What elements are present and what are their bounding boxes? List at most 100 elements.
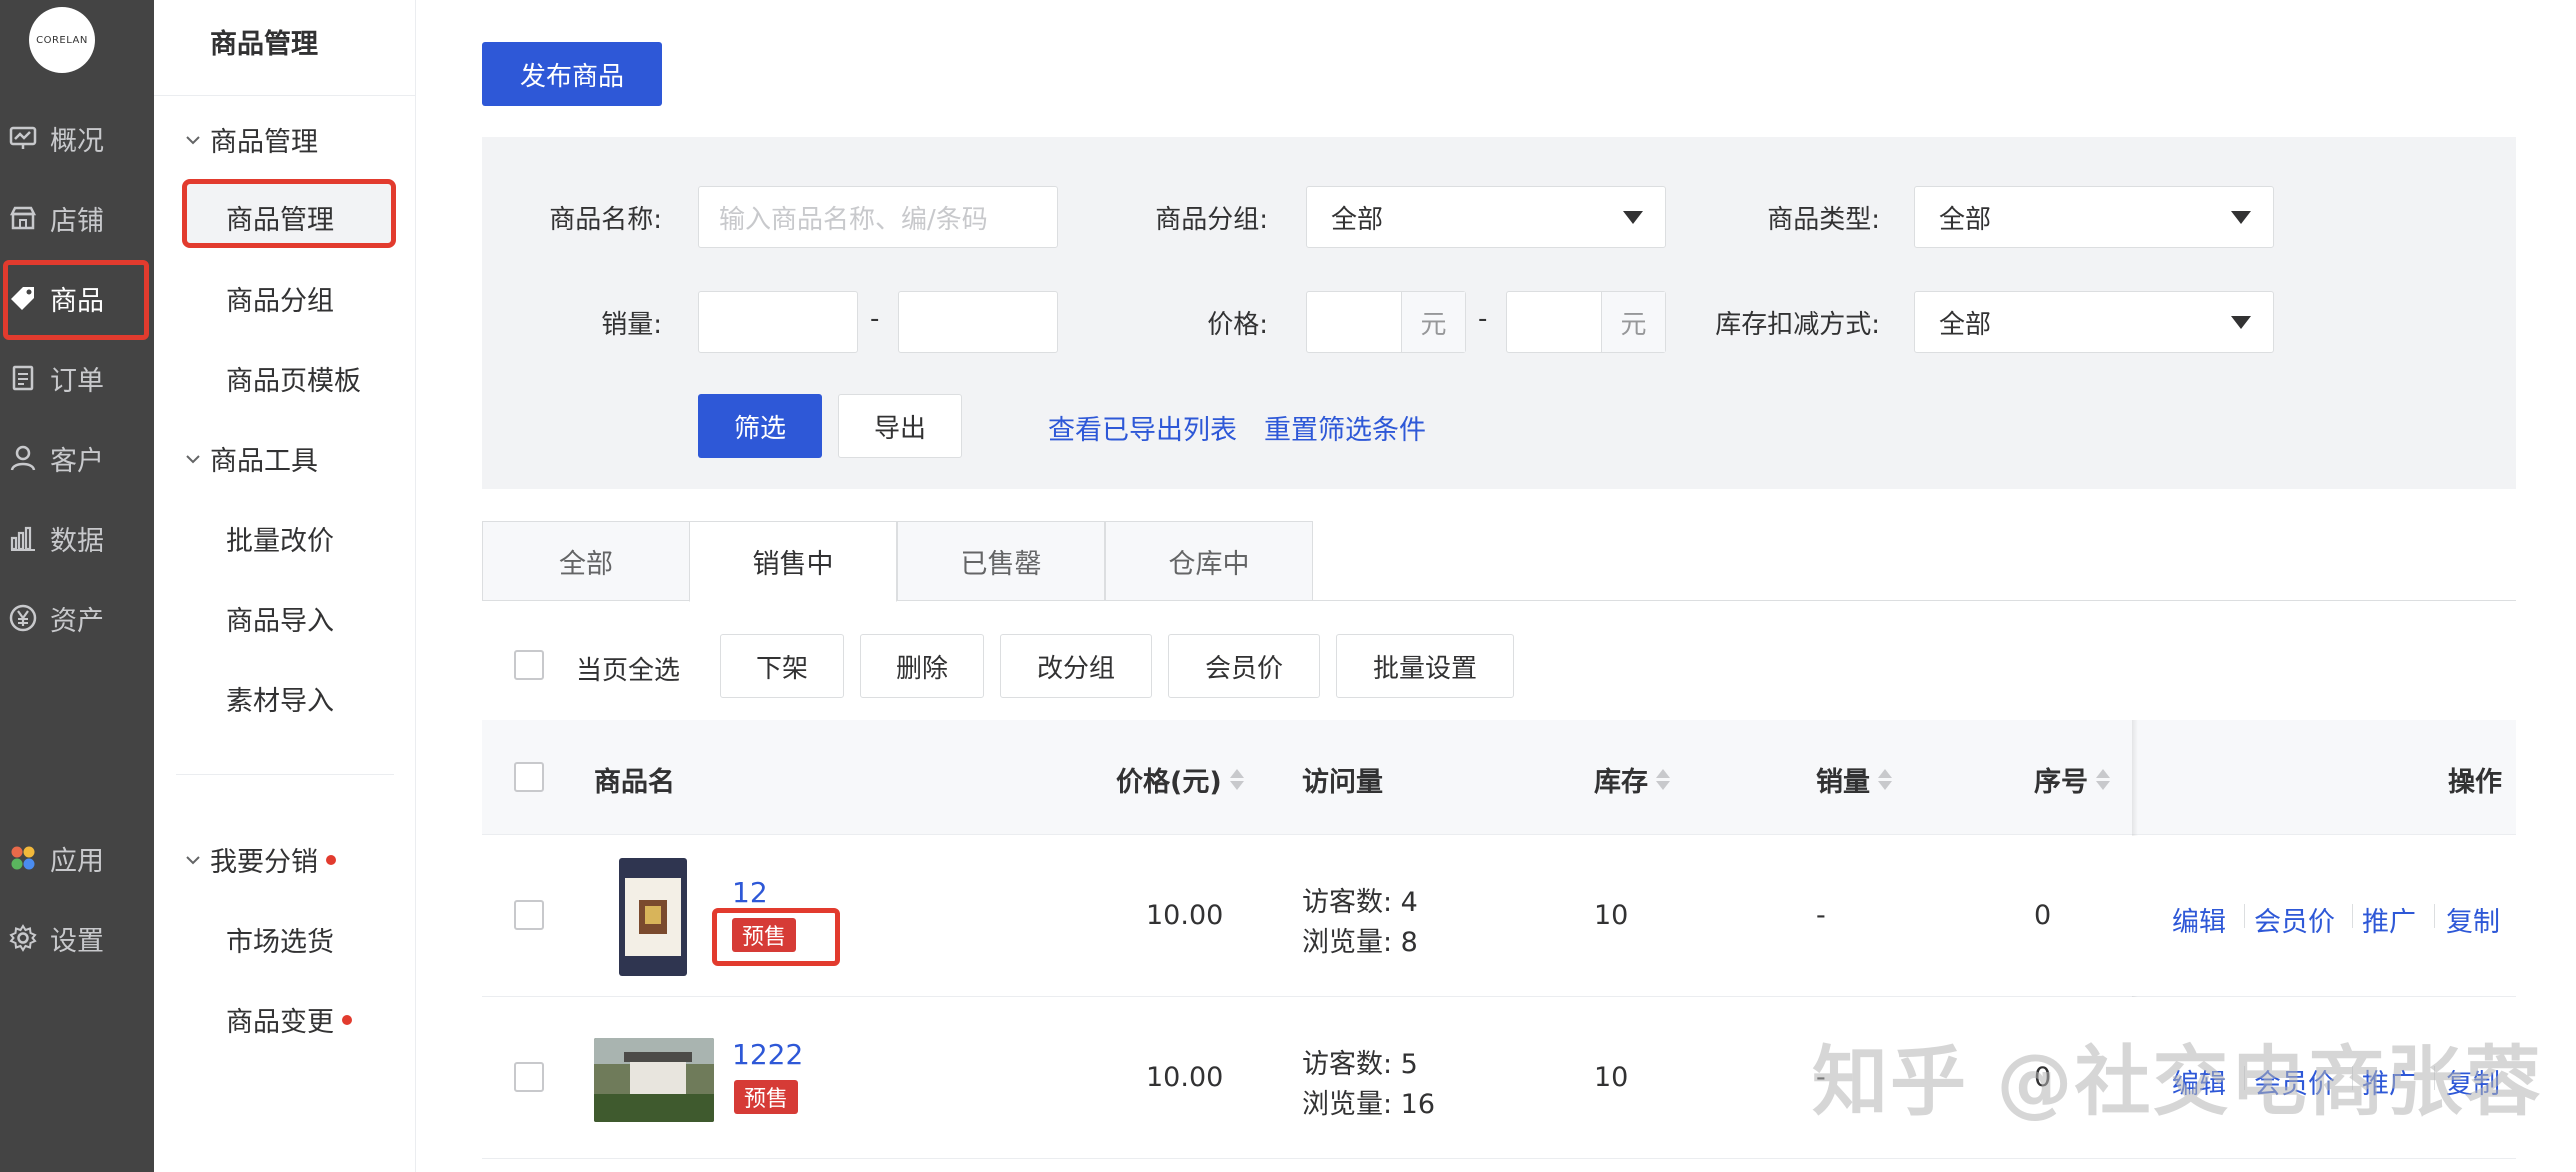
- group-label: 我要分销: [210, 847, 318, 878]
- export-button[interactable]: 导出: [838, 394, 962, 458]
- logo-text: CORELAN: [36, 34, 88, 46]
- nav-item-apps[interactable]: 应用: [0, 822, 154, 894]
- nav-item-customers[interactable]: 客户: [0, 422, 154, 494]
- sort-icon: [1878, 769, 1892, 790]
- product-name-link[interactable]: 1222: [732, 1038, 803, 1071]
- column-header-ops: 操作: [2448, 767, 2502, 798]
- delist-button[interactable]: 下架: [720, 634, 844, 698]
- promote-link[interactable]: 推广: [2362, 900, 2416, 939]
- notification-dot: [342, 1014, 352, 1025]
- caret-down-icon: [1623, 211, 1643, 224]
- highlight-box-products: [3, 260, 149, 340]
- product-type-select[interactable]: 全部: [1914, 186, 2274, 248]
- tab-on-sale[interactable]: 销售中: [689, 521, 897, 602]
- nav-item-assets[interactable]: 资产: [0, 582, 154, 654]
- nav-item-orders[interactable]: 订单: [0, 342, 154, 414]
- tab-sold-out[interactable]: 已售罄: [897, 521, 1105, 601]
- nav-label: 设置: [50, 925, 104, 957]
- group-product-tools[interactable]: 商品工具: [182, 439, 318, 478]
- sidebar-item-product-changes[interactable]: 商品变更: [226, 1000, 352, 1039]
- column-header-sales[interactable]: 销量: [1816, 760, 1892, 799]
- product-name-link[interactable]: 12: [732, 876, 768, 909]
- product-name-input[interactable]: 输入商品名称、编/条码: [698, 186, 1058, 248]
- change-group-button[interactable]: 改分组: [1000, 634, 1152, 698]
- secondary-sidebar: 商品管理 商品管理 商品管理 商品分组 商品页模板 商品工具 批量改价 商品导入…: [154, 0, 416, 1172]
- main-content: 发布商品 商品名称: 输入商品名称、编/条码 商品分组: 全部 商品类型: 全部…: [416, 0, 2576, 1172]
- row-checkbox[interactable]: [514, 900, 544, 930]
- product-group-select[interactable]: 全部: [1306, 186, 1666, 248]
- caret-down-icon: [2231, 211, 2251, 224]
- sales-min-input[interactable]: [698, 291, 858, 353]
- price-min-input[interactable]: 元: [1306, 291, 1466, 353]
- stock-deduction-label: 库存扣减方式:: [1715, 310, 1880, 340]
- sales-label: 销量:: [601, 310, 662, 340]
- header-label: 销量: [1816, 767, 1870, 798]
- price-cell: 10.00: [1146, 1062, 1224, 1093]
- sidebar-item-product-management[interactable]: 商品管理: [226, 198, 334, 237]
- sidebar-item-material-import[interactable]: 素材导入: [226, 679, 334, 718]
- order-icon: [6, 361, 40, 395]
- product-type-label: 商品类型:: [1767, 205, 1880, 235]
- yen-icon: [6, 601, 40, 635]
- price-cell: 10.00: [1146, 900, 1224, 931]
- tab-all[interactable]: 全部: [482, 521, 690, 601]
- nav-item-store[interactable]: 店铺: [0, 182, 154, 254]
- delete-button[interactable]: 删除: [860, 634, 984, 698]
- copy-link[interactable]: 复制: [2446, 900, 2500, 939]
- product-group-label: 商品分组:: [1155, 205, 1268, 235]
- group-product-management[interactable]: 商品管理: [182, 120, 318, 159]
- divider: [176, 774, 394, 775]
- range-separator: -: [870, 304, 880, 334]
- visitors-cell: 访客数: 4: [1302, 887, 1418, 918]
- sidebar-item-market-selection[interactable]: 市场选货: [226, 920, 334, 959]
- sidebar-item-page-templates[interactable]: 商品页模板: [226, 359, 361, 398]
- column-header-price[interactable]: 价格(元): [1116, 760, 1244, 799]
- order-cell: 0: [2034, 900, 2052, 931]
- views-cell: 浏览量: 8: [1302, 927, 1418, 958]
- member-price-link[interactable]: 会员价: [2254, 900, 2335, 939]
- highlight-box-presale: [712, 908, 840, 966]
- sidebar-item-product-groups[interactable]: 商品分组: [226, 279, 334, 318]
- select-value: 全部: [1331, 204, 1384, 235]
- range-separator: -: [1478, 304, 1488, 334]
- sidebar-item-label: 商品变更: [226, 1007, 334, 1038]
- nav-label: 概况: [50, 125, 104, 157]
- sidebar-title: 商品管理: [210, 29, 318, 60]
- store-icon: [6, 201, 40, 235]
- sidebar-item-batch-price[interactable]: 批量改价: [226, 519, 334, 558]
- nav-item-settings[interactable]: 设置: [0, 902, 154, 974]
- edit-link[interactable]: 编辑: [2172, 900, 2226, 939]
- table-header: [482, 720, 2516, 835]
- views-cell: 浏览量: 16: [1302, 1089, 1436, 1120]
- product-thumbnail[interactable]: [594, 1038, 714, 1122]
- reset-filters-link[interactable]: 重置筛选条件: [1264, 408, 1426, 447]
- group-distribution[interactable]: 我要分销: [182, 840, 336, 879]
- row-checkbox[interactable]: [514, 1062, 544, 1092]
- publish-product-button[interactable]: 发布商品: [482, 42, 662, 106]
- sidebar-item-product-import[interactable]: 商品导入: [226, 599, 334, 638]
- sales-max-input[interactable]: [898, 291, 1058, 353]
- tab-in-warehouse[interactable]: 仓库中: [1105, 521, 1313, 601]
- member-price-button[interactable]: 会员价: [1168, 634, 1320, 698]
- header-label: 序号: [2034, 767, 2088, 798]
- brand-logo[interactable]: CORELAN: [29, 7, 95, 73]
- nav-item-overview[interactable]: 概况: [0, 102, 154, 174]
- product-thumbnail[interactable]: [619, 858, 687, 976]
- view-exports-link[interactable]: 查看已导出列表: [1048, 408, 1237, 447]
- nav-label: 客户: [50, 445, 104, 477]
- filter-button[interactable]: 筛选: [698, 394, 822, 458]
- batch-settings-button[interactable]: 批量设置: [1336, 634, 1514, 698]
- header-checkbox[interactable]: [514, 762, 544, 792]
- nav-item-data[interactable]: 数据: [0, 502, 154, 574]
- presale-tag: 预售: [734, 1080, 798, 1114]
- stock-deduction-select[interactable]: 全部: [1914, 291, 2274, 353]
- price-max-input[interactable]: 元: [1506, 291, 1666, 353]
- user-icon: [6, 441, 40, 475]
- separator: [2352, 904, 2353, 928]
- column-header-order[interactable]: 序号: [2034, 760, 2110, 799]
- select-all-label: 当页全选: [576, 656, 681, 686]
- chart-icon: [6, 521, 40, 555]
- gear-icon: [6, 921, 40, 955]
- column-header-stock[interactable]: 库存: [1594, 760, 1670, 799]
- select-all-checkbox[interactable]: [514, 650, 544, 680]
